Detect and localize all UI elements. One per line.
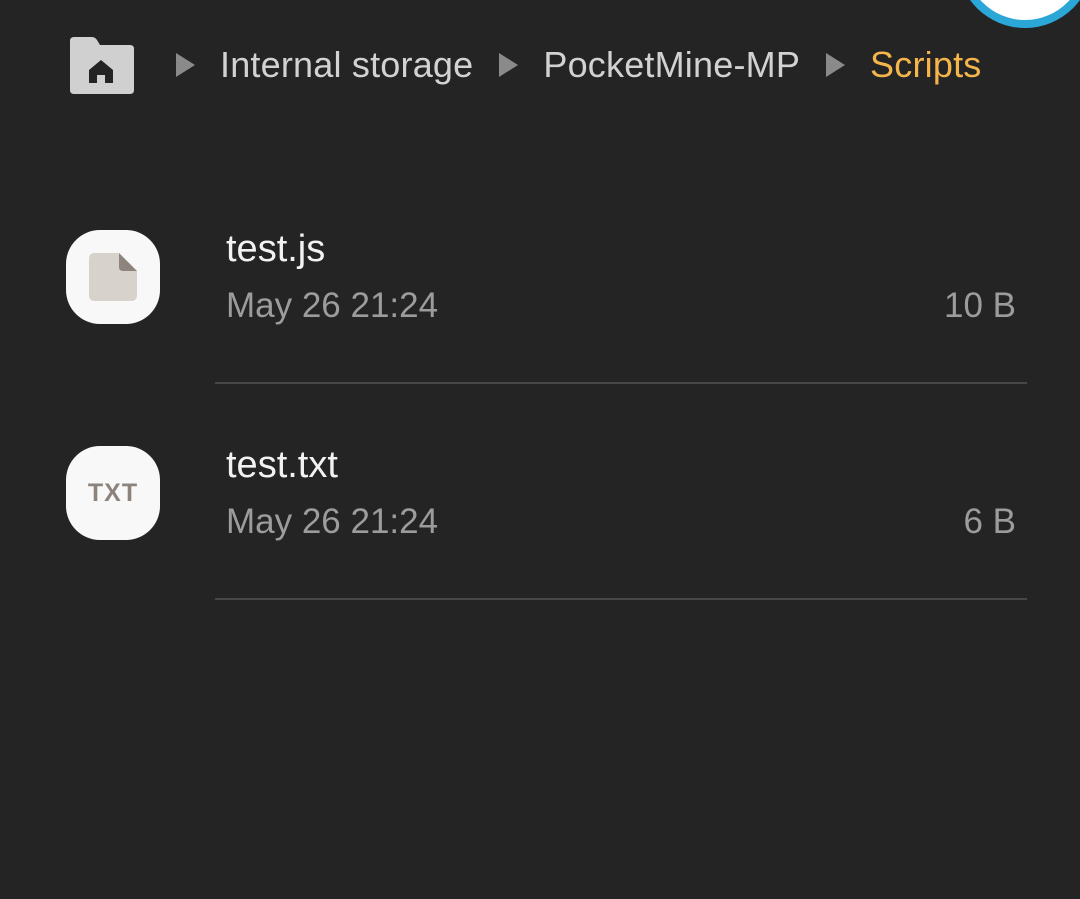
file-row-test-txt[interactable]: TXT test.txt May 26 21:24 6 B <box>0 400 1080 616</box>
file-name: test.js <box>226 228 326 270</box>
breadcrumb-pocketmine-mp[interactable]: PocketMine-MP <box>543 44 800 86</box>
txt-file-icon: TXT <box>66 446 160 540</box>
file-date: May 26 21:24 <box>226 502 439 541</box>
breadcrumb-internal-storage[interactable]: Internal storage <box>220 44 473 86</box>
chevron-right-icon <box>826 53 846 77</box>
file-name: test.txt <box>226 444 338 486</box>
file-browser-screen: Internal storage PocketMine-MP Scripts t… <box>0 0 1080 899</box>
txt-icon-label: TXT <box>87 478 139 507</box>
chevron-right-icon <box>499 53 519 77</box>
file-size: 10 B <box>944 286 1016 325</box>
file-size: 6 B <box>963 502 1016 541</box>
home-folder-icon[interactable] <box>66 35 136 95</box>
breadcrumb-scripts[interactable]: Scripts <box>870 44 981 86</box>
file-row-test-js[interactable]: test.js May 26 21:24 10 B <box>0 184 1080 400</box>
chevron-right-icon <box>176 53 195 77</box>
breadcrumb: Internal storage PocketMine-MP Scripts <box>66 34 981 96</box>
list-divider <box>215 598 1027 600</box>
file-date: May 26 21:24 <box>226 286 439 325</box>
list-divider <box>215 382 1027 384</box>
document-file-icon <box>66 230 160 324</box>
